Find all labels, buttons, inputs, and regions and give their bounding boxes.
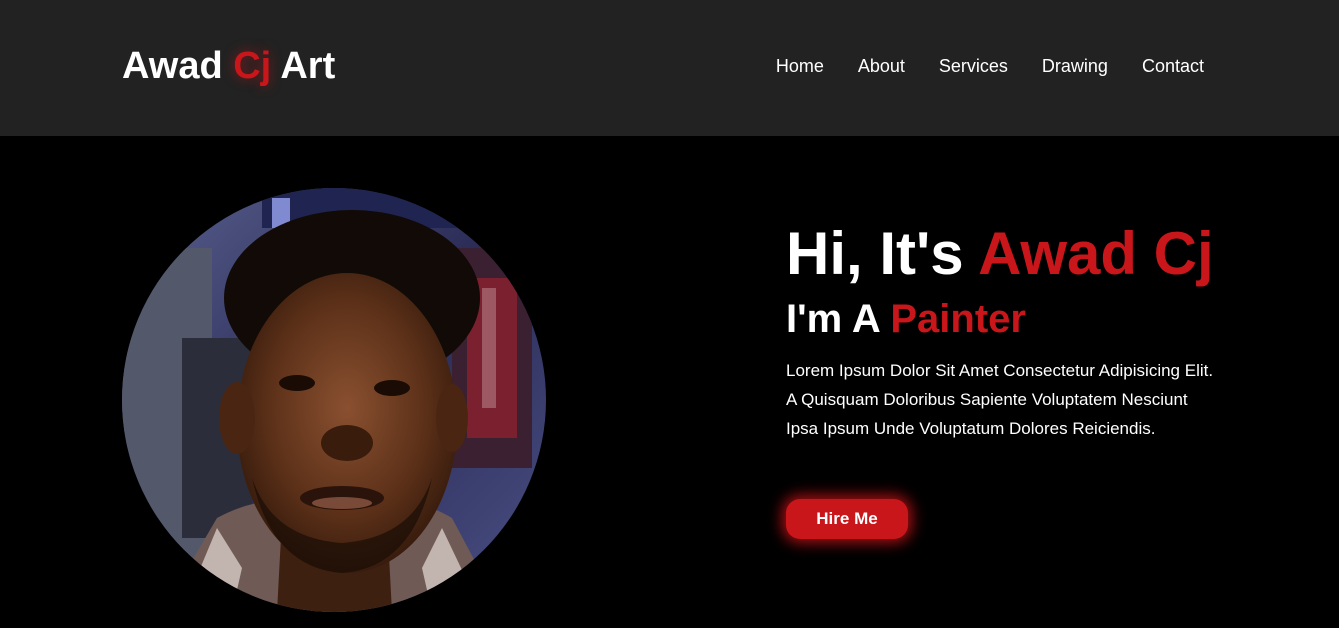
nav-link-about[interactable]: About bbox=[858, 55, 905, 77]
hero-heading: Hi, It's Awad Cj bbox=[786, 220, 1236, 288]
greeting-prefix: Hi, It's bbox=[786, 220, 979, 287]
hero-subheading: I'm A Painter bbox=[786, 296, 1236, 342]
hire-me-button[interactable]: Hire Me bbox=[786, 499, 908, 539]
role-text: Painter bbox=[890, 297, 1026, 341]
logo-text-accent: Cj bbox=[233, 45, 272, 87]
nav-link-home[interactable]: Home bbox=[776, 55, 824, 77]
nav-link-services[interactable]: Services bbox=[939, 55, 1008, 77]
greeting-name: Awad Cj bbox=[978, 220, 1214, 287]
profile-photo bbox=[122, 188, 546, 612]
site-header: Awad Cj Art Home About Services Drawing … bbox=[0, 0, 1339, 136]
logo-text-1: Awad bbox=[122, 45, 234, 87]
hero-description: Lorem Ipsum Dolor Sit Amet Consectetur A… bbox=[786, 361, 1214, 438]
role-prefix: I'm A bbox=[786, 297, 891, 341]
nav-link-drawing[interactable]: Drawing bbox=[1042, 55, 1108, 77]
hero-section: Hi, It's Awad Cj I'm A Painter Lorem Ips… bbox=[0, 136, 1339, 628]
portrait-illustration bbox=[122, 188, 546, 612]
nav-link-contact[interactable]: Contact bbox=[1142, 55, 1204, 77]
hero-text-block: Hi, It's Awad Cj I'm A Painter Lorem Ips… bbox=[786, 220, 1236, 539]
logo-text-2: Art bbox=[271, 45, 336, 87]
site-logo[interactable]: Awad Cj Art bbox=[122, 44, 335, 88]
main-nav: Home About Services Drawing Contact bbox=[776, 55, 1204, 77]
